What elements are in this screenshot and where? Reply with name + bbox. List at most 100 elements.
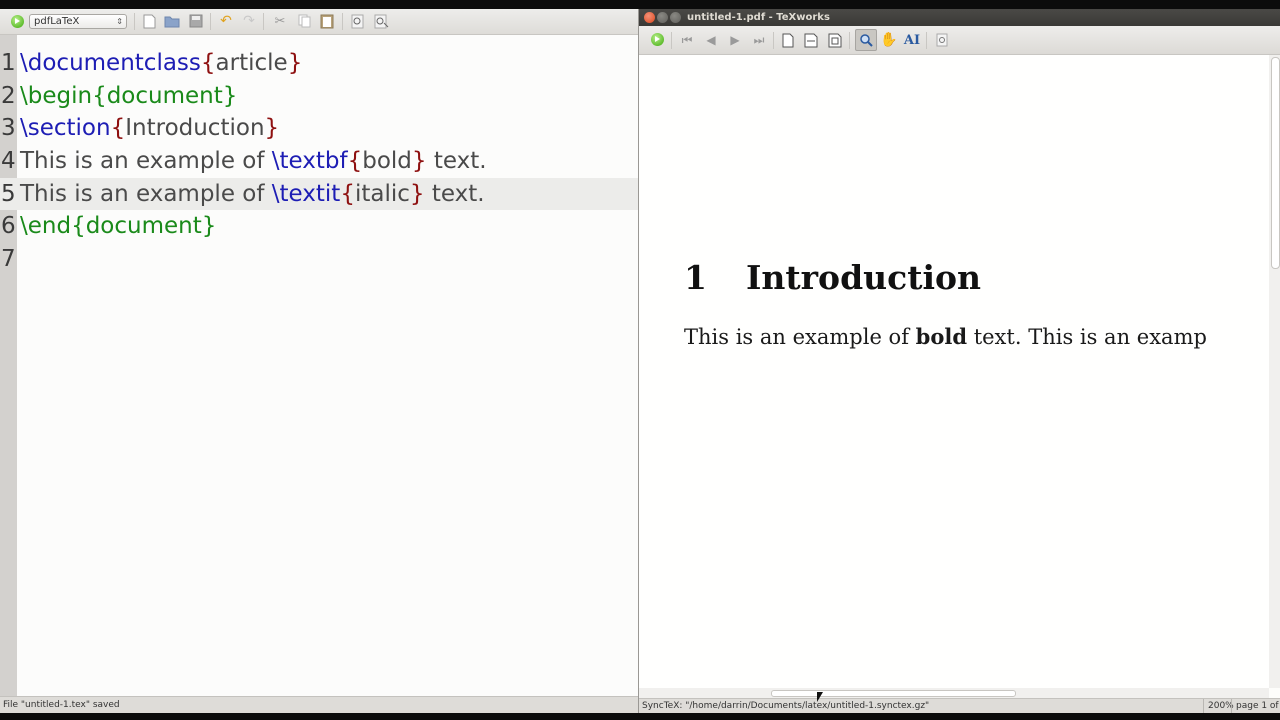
latex-environment: {document} bbox=[71, 213, 217, 240]
plain-text: This is an example of bbox=[20, 180, 272, 207]
latex-command: \section bbox=[20, 115, 111, 142]
toolbar-separator bbox=[342, 13, 343, 30]
code-line[interactable]: 3 \section{Introduction} bbox=[0, 112, 638, 145]
viewer-toolbar: ⏮ ◀ ▶ ⏭ ✋ AI bbox=[639, 26, 1280, 55]
latex-command: \textit bbox=[271, 180, 341, 207]
plain-text: This is an example of bbox=[20, 148, 272, 175]
close-window-button[interactable] bbox=[644, 12, 655, 23]
pdf-section-heading: 1 Introduction bbox=[684, 258, 981, 297]
save-icon[interactable] bbox=[188, 13, 204, 29]
first-page-icon[interactable]: ⏮ bbox=[679, 32, 695, 48]
latex-command: \documentclass bbox=[20, 50, 201, 76]
line-number: 2 bbox=[1, 82, 16, 109]
undo-icon[interactable]: ↶ bbox=[218, 13, 234, 29]
paste-icon[interactable] bbox=[319, 13, 335, 29]
engine-select[interactable]: pdfLaTeX ⇕ bbox=[29, 14, 127, 29]
pdf-text-bold: bold bbox=[915, 324, 968, 349]
last-page-icon[interactable]: ⏭ bbox=[751, 32, 767, 48]
pdf-page[interactable]: 1 Introduction This is an example of bold… bbox=[639, 55, 1269, 688]
line-number: 6 bbox=[1, 213, 16, 240]
latex-environment: {document} bbox=[92, 82, 238, 109]
toolbar-separator bbox=[134, 13, 135, 30]
plain-text: text. bbox=[426, 148, 487, 175]
code-line[interactable]: 1 \documentclass{article} bbox=[0, 47, 638, 80]
play-icon bbox=[15, 18, 20, 24]
horizontal-scroll-thumb[interactable] bbox=[771, 690, 1016, 697]
find-icon[interactable] bbox=[934, 32, 950, 48]
replace-icon[interactable] bbox=[373, 13, 389, 29]
page-indicator[interactable]: page 1 of 1 bbox=[1231, 699, 1280, 713]
code-text: \documentclass{article} bbox=[20, 47, 302, 80]
code-text: \begin{document} bbox=[20, 80, 237, 113]
pdf-section-title: Introduction bbox=[746, 258, 982, 297]
previous-page-icon[interactable]: ◀ bbox=[703, 32, 719, 48]
pdf-section-number: 1 bbox=[684, 258, 707, 297]
plain-text: bold bbox=[362, 148, 412, 175]
typeset-icon[interactable] bbox=[651, 33, 664, 46]
latex-brace: } bbox=[287, 50, 303, 76]
latex-brace: } bbox=[411, 148, 427, 175]
window-title: untitled-1.pdf - TeXworks bbox=[687, 12, 830, 23]
latex-brace: { bbox=[347, 148, 363, 175]
fit-width-icon[interactable] bbox=[803, 32, 819, 48]
find-icon[interactable] bbox=[350, 13, 366, 29]
toolbar-separator bbox=[849, 32, 850, 49]
pdf-text-after: text. This is an examp bbox=[967, 325, 1207, 349]
latex-brace: { bbox=[340, 180, 355, 207]
maximize-window-button[interactable] bbox=[670, 12, 681, 23]
latex-environment: \begin bbox=[20, 82, 93, 109]
latex-brace: { bbox=[200, 50, 216, 76]
line-number: 7 bbox=[1, 246, 16, 273]
zoom-level[interactable]: 200% bbox=[1203, 699, 1234, 713]
redo-icon[interactable]: ↷ bbox=[241, 13, 257, 29]
latex-command: \textbf bbox=[271, 148, 348, 175]
code-line[interactable]: 4 This is an example of \textbf{bold} tex… bbox=[0, 145, 638, 178]
code-line[interactable]: 6 \end{document} bbox=[0, 210, 638, 243]
toolbar-separator bbox=[773, 32, 774, 49]
source-editor[interactable]: 1 \documentclass{article} 2 \begin{document… bbox=[0, 47, 638, 276]
code-text: \end{document} bbox=[20, 210, 216, 243]
code-text: \section{Introduction} bbox=[20, 112, 279, 145]
window-titlebar: untitled-1.pdf - TeXworks bbox=[639, 9, 1280, 26]
code-line[interactable]: 2 \begin{document} bbox=[0, 80, 638, 113]
code-line[interactable]: 7 bbox=[0, 243, 638, 276]
pdf-text-before: This is an example of bbox=[684, 325, 916, 349]
line-number: 4 bbox=[1, 148, 16, 175]
toolbar-separator bbox=[926, 32, 927, 49]
copy-icon[interactable] bbox=[296, 13, 312, 29]
select-text-icon[interactable]: AI bbox=[904, 32, 920, 48]
minimize-window-button[interactable] bbox=[657, 12, 668, 23]
code-line[interactable]: 5 This is an example of \textit{italic} t… bbox=[0, 177, 638, 211]
cut-icon[interactable]: ✂ bbox=[272, 13, 288, 29]
magnify-icon[interactable] bbox=[855, 29, 877, 51]
horizontal-scrollbar[interactable] bbox=[639, 688, 1269, 698]
line-number: 1 bbox=[1, 50, 16, 76]
plain-text: text. bbox=[424, 180, 485, 207]
pdf-body-text: This is an example of bold text. This is… bbox=[684, 324, 1207, 349]
mouse-cursor-icon bbox=[817, 692, 823, 702]
editor-window: pdfLaTeX ⇕ ↶ ↷ ✂ 1 \documentclass{articl… bbox=[0, 9, 638, 713]
plain-text: Introduction bbox=[125, 115, 265, 142]
code-text: This is an example of \textit{italic} te… bbox=[20, 178, 485, 211]
vertical-scrollbar[interactable] bbox=[1269, 55, 1280, 688]
typeset-button[interactable] bbox=[11, 15, 24, 28]
editor-toolbar: pdfLaTeX ⇕ ↶ ↷ ✂ bbox=[0, 9, 638, 35]
pdf-viewer-window: untitled-1.pdf - TeXworks ⏮ ◀ ▶ ⏭ ✋ AI 1… bbox=[638, 9, 1280, 713]
editor-status-text: File "untitled-1.tex" saved bbox=[3, 700, 120, 710]
actual-size-icon[interactable] bbox=[780, 32, 796, 48]
latex-brace: } bbox=[264, 115, 280, 142]
hand-icon[interactable]: ✋ bbox=[880, 32, 897, 48]
toolbar-separator bbox=[210, 13, 211, 30]
next-page-icon[interactable]: ▶ bbox=[727, 32, 743, 48]
new-document-icon[interactable] bbox=[141, 13, 157, 29]
viewer-status-bar: SyncTeX: "/home/darrin/Documents/latex/u… bbox=[639, 698, 1280, 713]
fit-window-icon[interactable] bbox=[827, 32, 843, 48]
select-arrows-icon: ⇕ bbox=[116, 17, 123, 26]
synctex-status: SyncTeX: "/home/darrin/Documents/latex/u… bbox=[642, 701, 930, 711]
line-number: 5 bbox=[1, 180, 16, 207]
latex-brace: { bbox=[110, 115, 126, 142]
vertical-scroll-thumb[interactable] bbox=[1271, 57, 1280, 269]
toolbar-separator bbox=[671, 32, 672, 49]
open-folder-icon[interactable] bbox=[164, 13, 180, 29]
latex-brace: } bbox=[409, 180, 425, 207]
